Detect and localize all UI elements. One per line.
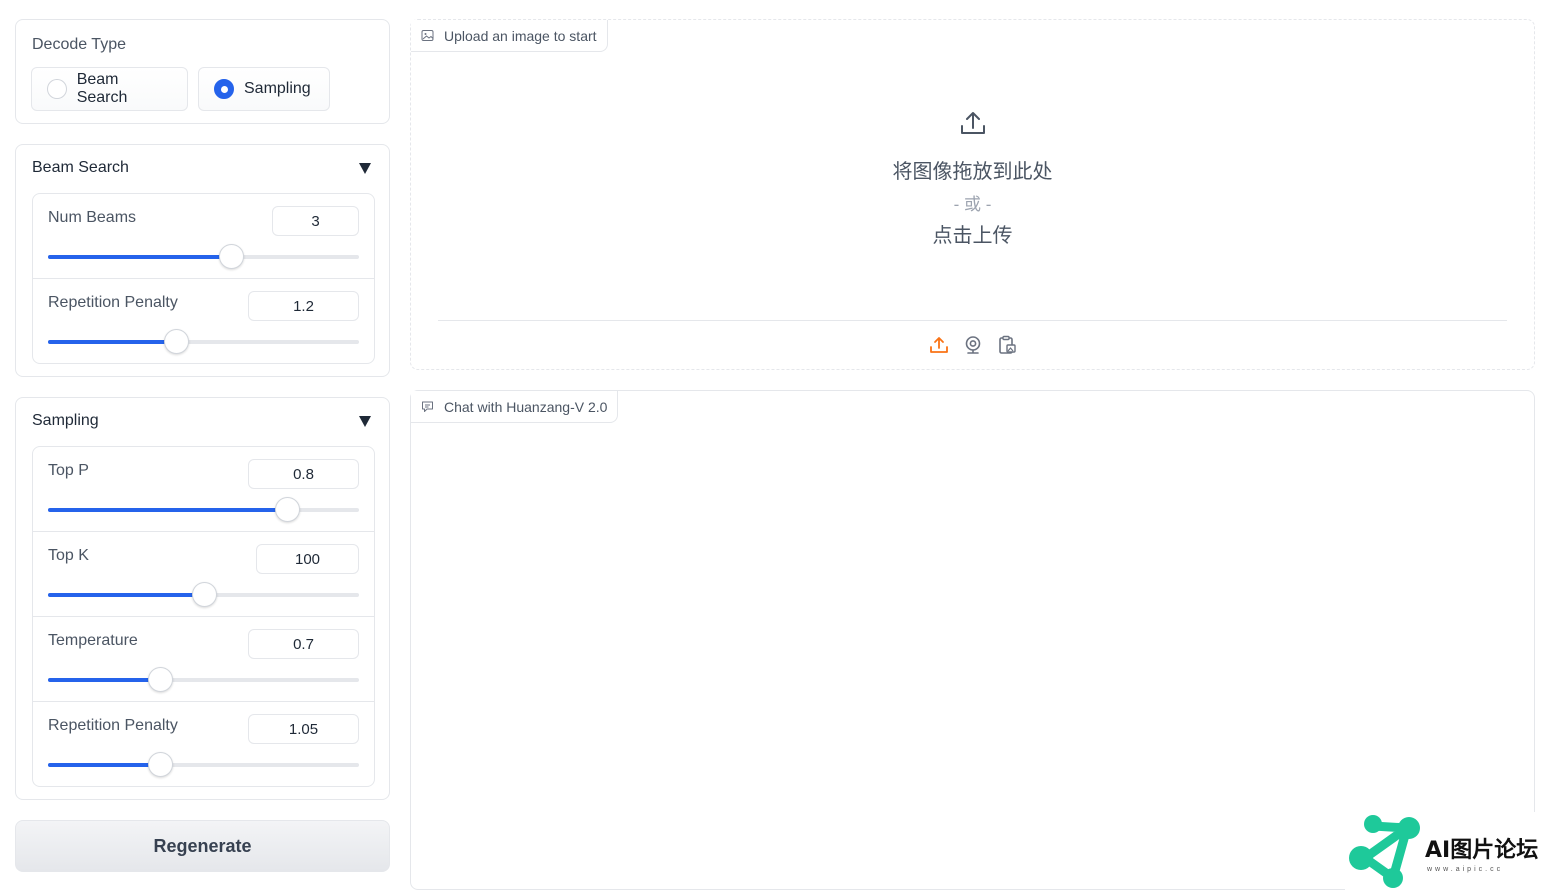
num-beams-fill xyxy=(48,255,232,259)
temperature-input[interactable]: 0.7 xyxy=(248,629,359,659)
upload-icon xyxy=(960,112,985,134)
sampling-sliders: Top P 0.8 Top K 100 Temperature 0.7 Repe… xyxy=(32,446,375,787)
num-beams-input[interactable]: 3 xyxy=(272,206,359,236)
top-k-track[interactable] xyxy=(48,582,359,607)
clipboard-source-button[interactable] xyxy=(996,334,1018,356)
temperature-track[interactable] xyxy=(48,667,359,692)
source-selector xyxy=(411,334,1534,356)
clipboard-icon xyxy=(998,335,1016,354)
sampling-repetition-penalty-track[interactable] xyxy=(48,752,359,777)
top-p-fill xyxy=(48,508,288,512)
num-beams-thumb[interactable] xyxy=(219,244,245,269)
beam-repetition-penalty-slider-row: Repetition Penalty 1.2 xyxy=(33,279,374,364)
image-icon xyxy=(421,30,434,41)
drop-here-text: 将图像拖放到此处 xyxy=(892,161,1053,183)
beam-repetition-penalty-fill xyxy=(48,340,176,344)
sampling-title[interactable]: Sampling xyxy=(32,412,99,430)
beam-search-sliders: Num Beams 3 Repetition Penalty 1.2 xyxy=(32,193,375,364)
top-p-label: Top P xyxy=(48,462,89,479)
click-upload-text: 点击上传 xyxy=(932,225,1013,247)
upload-source-button[interactable] xyxy=(928,334,950,356)
beam-search-accordion: Beam Search Num Beams 3 Repetition Penal… xyxy=(15,144,390,377)
upload-icon xyxy=(929,337,948,353)
temperature-fill xyxy=(48,678,160,682)
caret-down-icon[interactable] xyxy=(359,416,371,427)
sampling-repetition-penalty-thumb[interactable] xyxy=(147,752,173,777)
radio-checked-icon xyxy=(214,79,234,99)
caret-down-icon[interactable] xyxy=(359,163,371,174)
chat-tag: Chat with Huanzang-V 2.0 xyxy=(411,391,619,423)
sampling-repetition-penalty-input[interactable]: 1.05 xyxy=(248,714,359,744)
top-p-track[interactable] xyxy=(48,497,359,522)
beam-repetition-penalty-thumb[interactable] xyxy=(163,329,189,354)
network-logo-icon xyxy=(1349,815,1420,888)
decode-type-panel: Decode Type Beam Search Sampling xyxy=(15,19,390,124)
radio-sampling-label: Sampling xyxy=(244,80,311,97)
top-k-label: Top K xyxy=(48,547,89,564)
sampling-repetition-penalty-slider-row: Repetition Penalty 1.05 xyxy=(33,702,374,787)
webcam-icon xyxy=(965,336,980,354)
regenerate-button[interactable]: Regenerate xyxy=(15,820,390,872)
sampling-repetition-penalty-label: Repetition Penalty xyxy=(48,717,178,734)
beam-repetition-penalty-track[interactable] xyxy=(48,329,359,354)
upload-tag-label: Upload an image to start xyxy=(444,27,597,44)
watermark-logo: AI图片论坛 www.aipic.cc xyxy=(1345,812,1545,891)
divider xyxy=(438,320,1507,321)
radio-beam-search-label: Beam Search xyxy=(76,71,128,106)
sampling-repetition-penalty-fill xyxy=(48,763,160,767)
top-k-slider-row: Top K 100 xyxy=(33,532,374,617)
radio-beam-search[interactable]: Beam Search xyxy=(31,67,188,111)
watermark-url: www.aipic.cc xyxy=(1427,866,1504,873)
num-beams-slider-row: Num Beams 3 xyxy=(33,194,374,279)
top-k-fill xyxy=(48,593,204,597)
beam-search-title[interactable]: Beam Search xyxy=(32,159,129,177)
num-beams-track[interactable] xyxy=(48,244,359,269)
temperature-slider-row: Temperature 0.7 xyxy=(33,617,374,702)
decode-type-label: Decode Type xyxy=(32,36,126,53)
watermark-text: AI图片论坛 xyxy=(1425,838,1539,863)
top-k-thumb[interactable] xyxy=(191,582,217,607)
sampling-accordion: Sampling Top P 0.8 Top K 100 Temperature… xyxy=(15,397,390,800)
radio-circle-icon xyxy=(47,79,67,99)
upload-tag: Upload an image to start xyxy=(411,20,608,52)
top-k-input[interactable]: 100 xyxy=(256,544,359,574)
temperature-label: Temperature xyxy=(48,632,138,649)
beam-repetition-penalty-label: Repetition Penalty xyxy=(48,294,178,311)
image-upload-panel[interactable]: Upload an image to start 将图像拖放到此处 - 或 - … xyxy=(410,19,1535,370)
top-p-input[interactable]: 0.8 xyxy=(248,459,359,489)
drop-zone[interactable]: 将图像拖放到此处 - 或 - 点击上传 xyxy=(411,108,1534,248)
webcam-source-button[interactable] xyxy=(962,334,984,356)
num-beams-label: Num Beams xyxy=(48,209,137,226)
radio-sampling[interactable]: Sampling xyxy=(198,67,330,111)
chat-tag-label: Chat with Huanzang-V 2.0 xyxy=(444,398,608,415)
top-p-thumb[interactable] xyxy=(275,497,301,522)
or-text: - 或 - xyxy=(953,195,992,214)
top-p-slider-row: Top P 0.8 xyxy=(33,447,374,532)
chat-icon xyxy=(422,401,433,412)
temperature-thumb[interactable] xyxy=(147,667,173,692)
beam-repetition-penalty-input[interactable]: 1.2 xyxy=(248,291,359,321)
